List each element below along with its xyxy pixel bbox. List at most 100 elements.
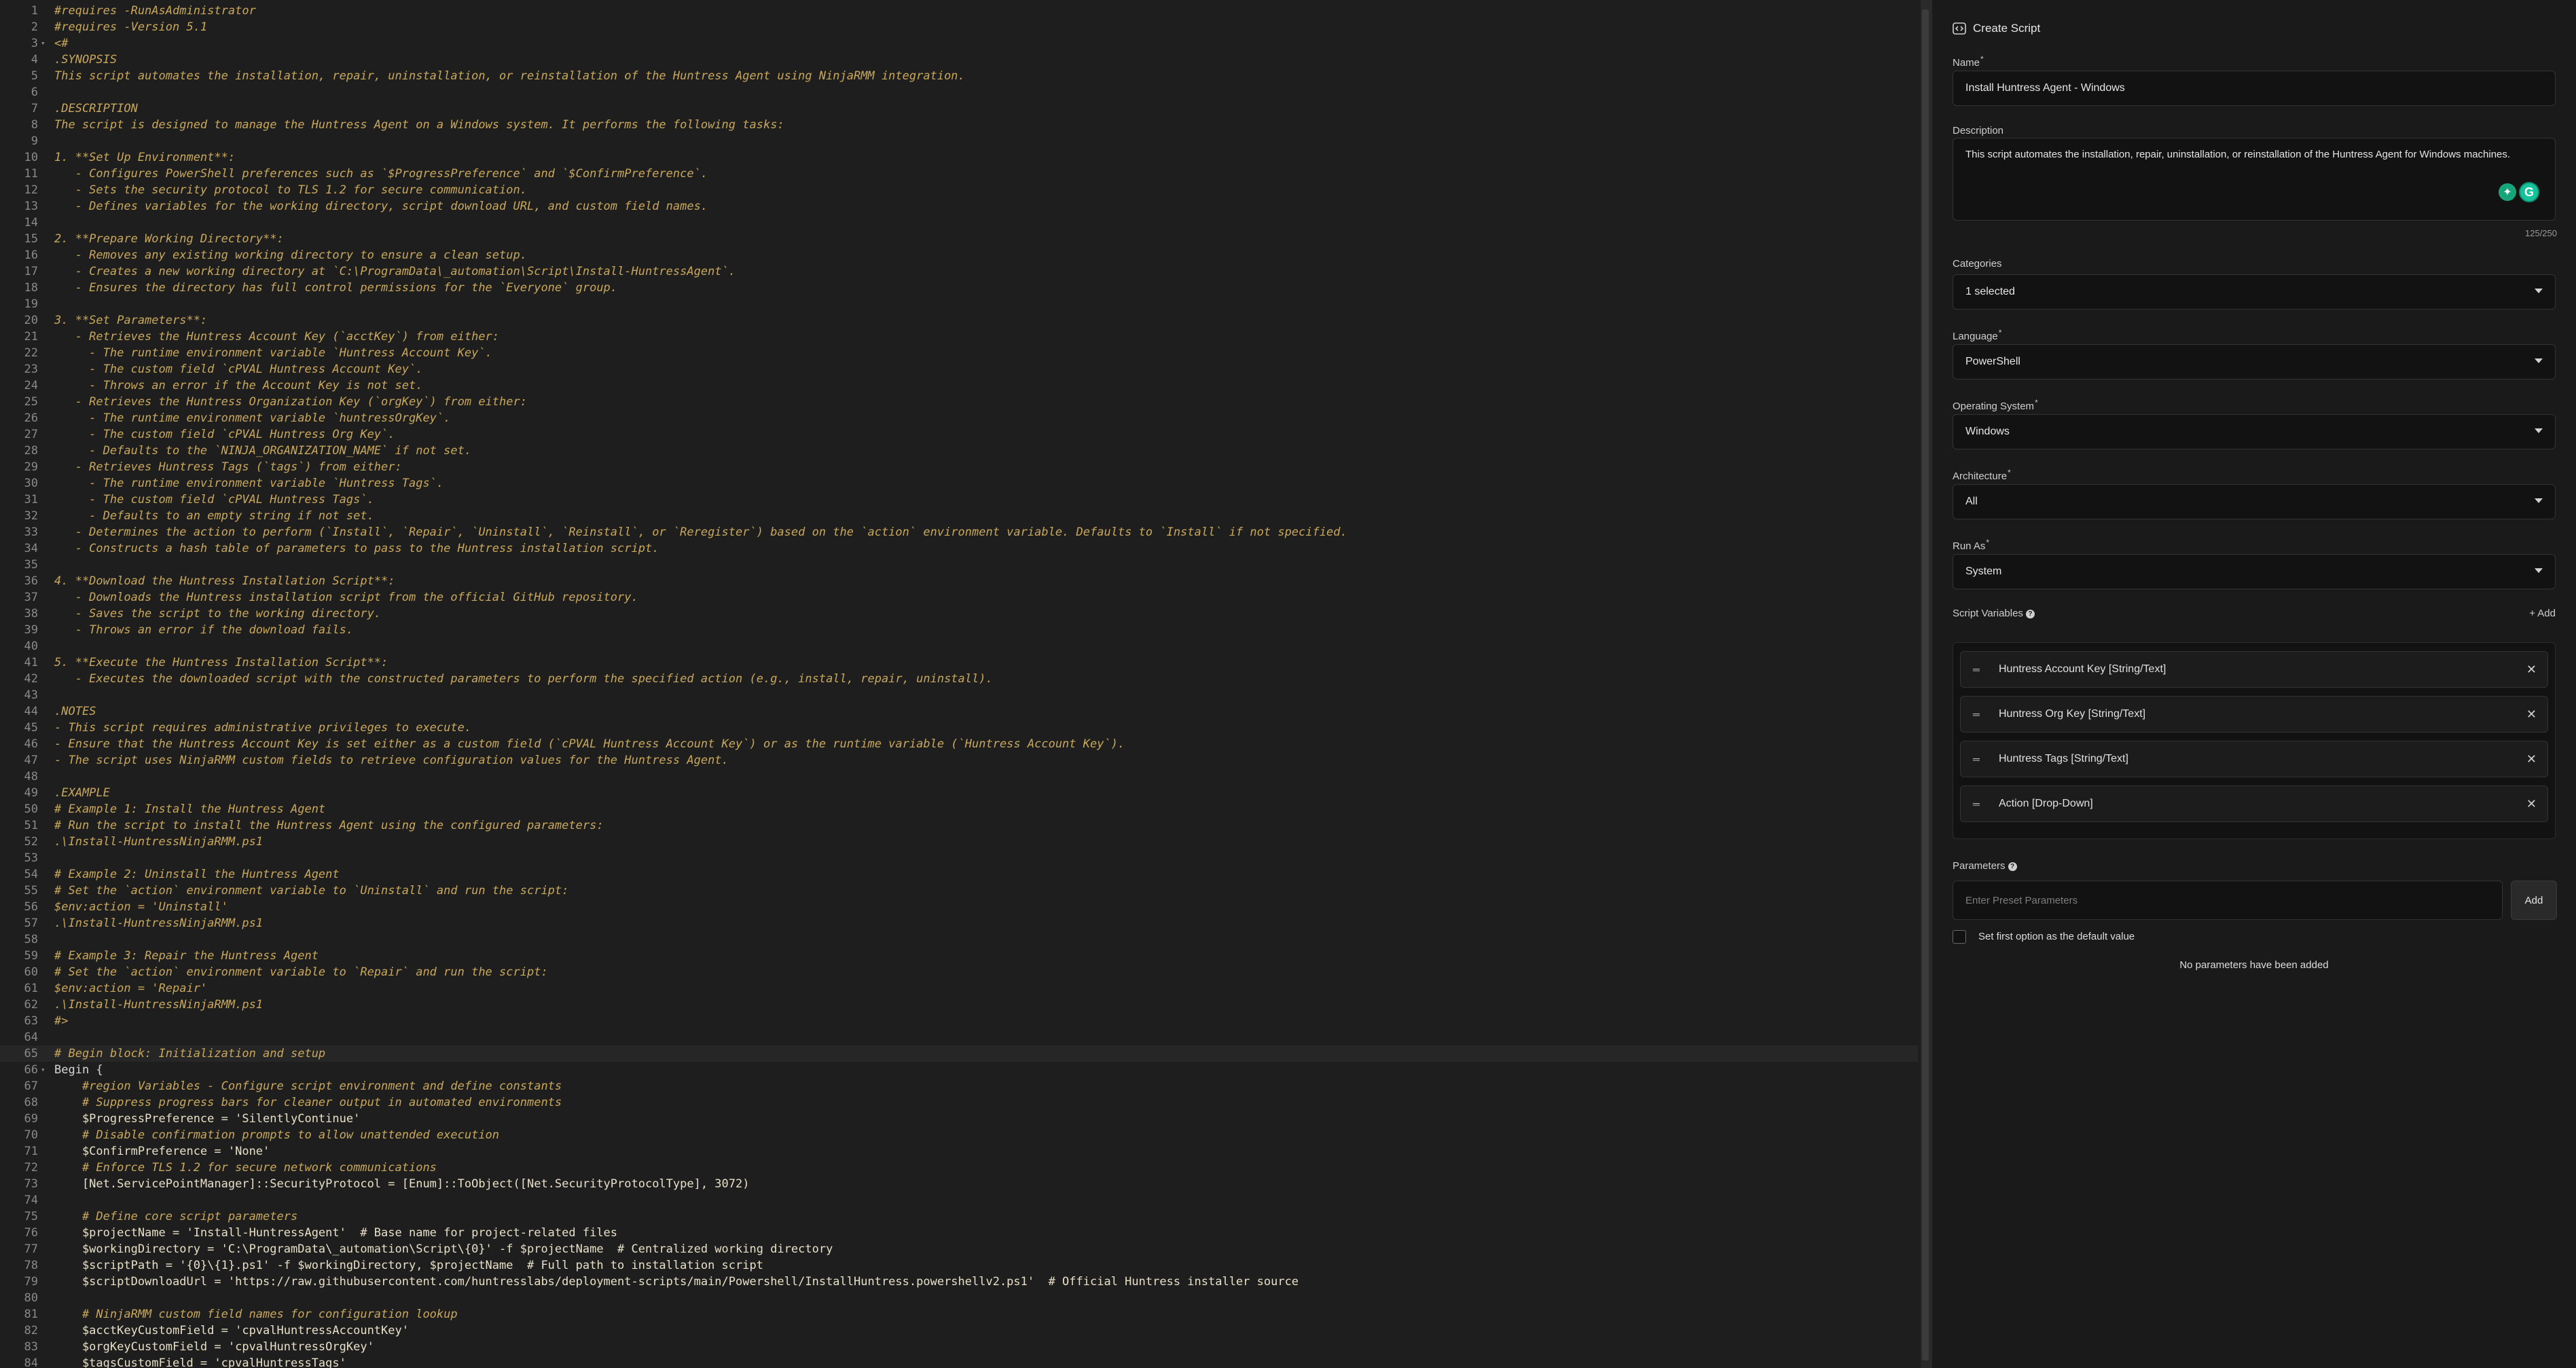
code-line[interactable]: 83 $orgKeyCustomField = 'cpvalHuntressOr… [0, 1339, 1918, 1355]
code-line[interactable]: 59 # Example 3: Repair the Huntress Agent [0, 948, 1918, 964]
sparkle-extension-icon[interactable]: ✦ [2499, 183, 2516, 201]
code-line[interactable]: 21 - Retrieves the Huntress Account Key … [0, 329, 1918, 345]
code-line[interactable]: 73 [Net.ServicePointManager]::SecurityPr… [0, 1176, 1918, 1192]
default-value-checkbox[interactable] [1953, 930, 1966, 944]
code-line[interactable]: 43 [0, 687, 1918, 703]
code-line[interactable]: 69 $ProgressPreference = 'SilentlyContin… [0, 1111, 1918, 1127]
fold-chevron-icon[interactable]: ▾ [41, 1062, 49, 1078]
add-variable-button[interactable]: + Add [2529, 608, 2556, 619]
code-line[interactable]: 19 [0, 296, 1918, 312]
code-line[interactable]: 76 $projectName = 'Install-HuntressAgent… [0, 1225, 1918, 1241]
code-line[interactable]: 9 [0, 133, 1918, 149]
code-line[interactable]: 41 5. **Execute the Huntress Installation… [0, 654, 1918, 671]
info-icon[interactable]: ? [2008, 862, 2017, 871]
script-variable-item[interactable]: ═ Action [Drop-Down] ✕ [1960, 785, 2548, 822]
code-line[interactable]: 67 #region Variables - Configure script … [0, 1078, 1918, 1094]
code-line[interactable]: 65 # Begin block: Initialization and setu… [0, 1046, 1918, 1062]
code-line[interactable]: 12 - Sets the security protocol to TLS 1… [0, 182, 1918, 198]
code-line[interactable]: 8 The script is designed to manage the Hu… [0, 117, 1918, 133]
close-icon[interactable]: ✕ [2526, 707, 2537, 722]
info-icon[interactable]: ? [2025, 609, 2035, 618]
code-line[interactable]: 3 ▾ <# [0, 35, 1918, 52]
code-line[interactable]: 26 - The runtime environment variable `h… [0, 410, 1918, 426]
run-as-select[interactable]: System [1953, 554, 2556, 589]
code-line[interactable]: 33 - Determines the action to perform (`… [0, 524, 1918, 540]
code-line[interactable]: 44 .NOTES [0, 703, 1918, 720]
script-variable-item[interactable]: ═ Huntress Tags [String/Text] ✕ [1960, 741, 2548, 777]
code-line[interactable]: 52 .\Install-HuntressNinjaRMM.ps1 [0, 834, 1918, 850]
editor-scrollbar-thumb[interactable] [1922, 10, 1929, 1361]
code-line[interactable]: 34 - Constructs a hash table of paramete… [0, 540, 1918, 557]
code-line[interactable]: 31 - The custom field `cPVAL Huntress Ta… [0, 492, 1918, 508]
drag-handle-icon[interactable]: ═ [1973, 799, 1984, 809]
code-line[interactable]: 78 $scriptPath = '{0}\{1}.ps1' -f $worki… [0, 1257, 1918, 1274]
code-line[interactable]: 79 $scriptDownloadUrl = 'https://raw.git… [0, 1274, 1918, 1290]
code-line[interactable]: 51 # Run the script to install the Huntre… [0, 817, 1918, 834]
code-line[interactable]: 50 # Example 1: Install the Huntress Agen… [0, 801, 1918, 817]
code-line[interactable]: 71 $ConfirmPreference = 'None' [0, 1143, 1918, 1160]
code-line[interactable]: 37 - Downloads the Huntress installation… [0, 589, 1918, 606]
code-line[interactable]: 11 - Configures PowerShell preferences s… [0, 166, 1918, 182]
code-line[interactable]: 74 [0, 1192, 1918, 1208]
close-icon[interactable]: ✕ [2526, 663, 2537, 677]
code-line[interactable]: 56 $env:action = 'Uninstall' [0, 899, 1918, 915]
code-line[interactable]: 58 [0, 931, 1918, 948]
code-line[interactable]: 5 This script automates the installation,… [0, 68, 1918, 84]
code-line[interactable]: 81 # NinjaRMM custom field names for con… [0, 1306, 1918, 1323]
code-line[interactable]: 66 ▾ Begin { [0, 1062, 1918, 1078]
parameters-input[interactable] [1953, 881, 2503, 920]
code-line[interactable]: 61 $env:action = 'Repair' [0, 980, 1918, 997]
code-line[interactable]: 23 - The custom field `cPVAL Huntress Ac… [0, 361, 1918, 377]
code-line[interactable]: 28 - Defaults to the `NINJA_ORGANIZATION… [0, 443, 1918, 459]
code-line[interactable]: 40 [0, 638, 1918, 654]
code-line[interactable]: 77 $workingDirectory = 'C:\ProgramData\_… [0, 1241, 1918, 1257]
code-line[interactable]: 6 [0, 84, 1918, 100]
categories-select[interactable]: 1 selected [1953, 274, 2556, 310]
code-line[interactable]: 42 - Executes the downloaded script with… [0, 671, 1918, 687]
code-line[interactable]: 24 - Throws an error if the Account Key … [0, 377, 1918, 394]
code-line[interactable]: 39 - Throws an error if the download fai… [0, 622, 1918, 638]
code-line[interactable]: 29 - Retrieves Huntress Tags (`tags`) fr… [0, 459, 1918, 475]
name-input[interactable]: Install Huntress Agent - Windows [1953, 71, 2556, 106]
close-icon[interactable]: ✕ [2526, 752, 2537, 766]
code-line[interactable]: 45 - This script requires administrative … [0, 720, 1918, 736]
code-line[interactable]: 84 $tagsCustomField = 'cpvalHuntressTags… [0, 1355, 1918, 1368]
code-line[interactable]: 1 #requires -RunAsAdministrator [0, 3, 1918, 19]
code-line[interactable]: 68 # Suppress progress bars for cleaner … [0, 1094, 1918, 1111]
code-line[interactable]: 36 4. **Download the Huntress Installatio… [0, 573, 1918, 589]
code-line[interactable]: 16 - Removes any existing working direct… [0, 247, 1918, 263]
code-line[interactable]: 10 1. **Set Up Environment**: [0, 149, 1918, 166]
drag-handle-icon[interactable]: ═ [1973, 709, 1984, 719]
grammarly-icon[interactable]: G [2519, 182, 2539, 202]
code-line[interactable]: 32 - Defaults to an empty string if not … [0, 508, 1918, 524]
code-line[interactable]: 13 - Defines variables for the working d… [0, 198, 1918, 215]
close-icon[interactable]: ✕ [2526, 797, 2537, 811]
code-line[interactable]: 18 - Ensures the directory has full cont… [0, 280, 1918, 296]
description-textarea[interactable]: This script automates the installation, … [1953, 138, 2556, 221]
code-line[interactable]: 62 .\Install-HuntressNinjaRMM.ps1 [0, 997, 1918, 1013]
language-select[interactable]: PowerShell [1953, 344, 2556, 380]
code-content[interactable]: 1 #requires -RunAsAdministrator 2 #requires… [0, 3, 1918, 1368]
code-line[interactable]: 20 3. **Set Parameters**: [0, 312, 1918, 329]
code-line[interactable]: 60 # Set the `action` environment variabl… [0, 964, 1918, 980]
os-select[interactable]: Windows [1953, 414, 2556, 449]
fold-chevron-icon[interactable]: ▾ [41, 35, 49, 52]
code-line[interactable]: 17 - Creates a new working directory at … [0, 263, 1918, 280]
code-line[interactable]: 57 .\Install-HuntressNinjaRMM.ps1 [0, 915, 1918, 931]
code-line[interactable]: 46 - Ensure that the Huntress Account Key… [0, 736, 1918, 752]
code-line[interactable]: 80 [0, 1290, 1918, 1306]
code-line[interactable]: 72 # Enforce TLS 1.2 for secure network … [0, 1160, 1918, 1176]
code-line[interactable]: 2 #requires -Version 5.1 [0, 19, 1918, 35]
code-line[interactable]: 4 .SYNOPSIS [0, 52, 1918, 68]
add-parameter-button[interactable]: Add [2511, 881, 2557, 920]
code-line[interactable]: 14 [0, 215, 1918, 231]
code-line[interactable]: 54 # Example 2: Uninstall the Huntress Ag… [0, 866, 1918, 883]
code-line[interactable]: 70 # Disable confirmation prompts to all… [0, 1127, 1918, 1143]
code-line[interactable]: 35 [0, 557, 1918, 573]
code-line[interactable]: 22 - The runtime environment variable `H… [0, 345, 1918, 361]
code-line[interactable]: 47 - The script uses NinjaRMM custom fiel… [0, 752, 1918, 769]
code-line[interactable]: 75 # Define core script parameters [0, 1208, 1918, 1225]
script-variable-item[interactable]: ═ Huntress Org Key [String/Text] ✕ [1960, 696, 2548, 733]
code-line[interactable]: 55 # Set the `action` environment variabl… [0, 883, 1918, 899]
drag-handle-icon[interactable]: ═ [1973, 665, 1984, 674]
